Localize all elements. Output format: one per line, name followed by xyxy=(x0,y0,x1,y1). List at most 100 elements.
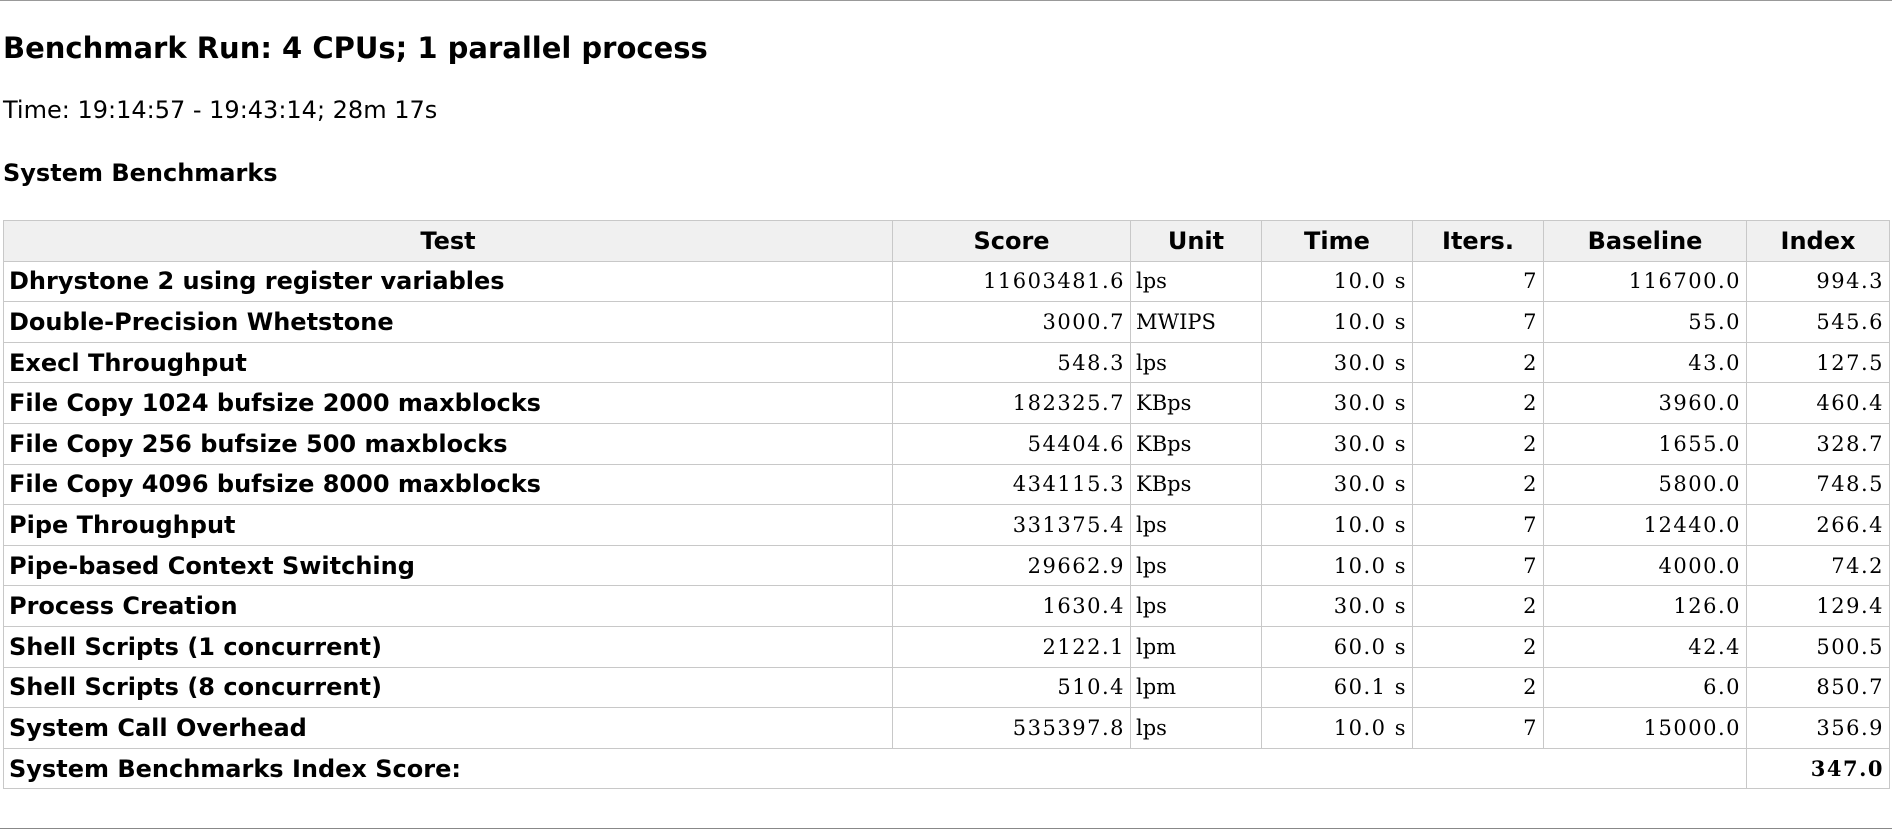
unit-cell: lps xyxy=(1130,585,1262,627)
baseline-cell: 12440.0 xyxy=(1543,504,1747,546)
unit-cell: lpm xyxy=(1130,625,1262,668)
column-header-baseline: Baseline xyxy=(1543,220,1747,262)
test-name: File Copy 1024 bufsize 2000 maxblocks xyxy=(3,382,893,424)
iters-cell: 7 xyxy=(1412,707,1544,749)
baseline-cell: 42.4 xyxy=(1543,625,1747,668)
index-cell: 74.2 xyxy=(1746,544,1890,587)
test-name: Shell Scripts (1 concurrent) xyxy=(3,625,893,668)
score-cell: 548.3 xyxy=(892,341,1131,384)
table-row: File Copy 1024 bufsize 2000 maxblocks 18… xyxy=(3,382,1890,424)
score-cell: 1630.4 xyxy=(892,585,1131,627)
time-cell: 60.0 s xyxy=(1261,625,1413,668)
score-cell: 331375.4 xyxy=(892,504,1131,546)
baseline-cell: 1655.0 xyxy=(1543,422,1747,465)
index-cell: 356.9 xyxy=(1746,707,1890,749)
test-name: Shell Scripts (8 concurrent) xyxy=(3,666,893,709)
time-cell: 10.0 s xyxy=(1261,544,1413,587)
unit-cell: KBps xyxy=(1130,422,1262,465)
test-name: File Copy 4096 bufsize 8000 maxblocks xyxy=(3,463,893,506)
iters-cell: 2 xyxy=(1412,341,1544,384)
score-cell: 434115.3 xyxy=(892,463,1131,506)
baseline-cell: 116700.0 xyxy=(1543,260,1747,303)
iters-cell: 7 xyxy=(1412,504,1544,546)
test-name: Process Creation xyxy=(3,585,893,627)
index-cell: 127.5 xyxy=(1746,341,1890,384)
table-row: Shell Scripts (8 concurrent) 510.4 lpm 6… xyxy=(3,666,1890,709)
table-row: Shell Scripts (1 concurrent) 2122.1 lpm … xyxy=(3,625,1890,668)
column-header-time: Time xyxy=(1261,220,1413,262)
total-row: System Benchmarks Index Score: 347.0 xyxy=(3,747,1890,790)
score-cell: 535397.8 xyxy=(892,707,1131,749)
column-header-iters: Iters. xyxy=(1412,220,1544,262)
benchmark-table: Test Score Unit Time Iters. Baseline Ind… xyxy=(3,220,1890,790)
table-row: Process Creation 1630.4 lps 30.0 s 2 126… xyxy=(3,585,1890,627)
iters-cell: 7 xyxy=(1412,301,1544,343)
baseline-cell: 6.0 xyxy=(1543,666,1747,709)
time-cell: 30.0 s xyxy=(1261,463,1413,506)
index-cell: 266.4 xyxy=(1746,504,1890,546)
index-cell: 460.4 xyxy=(1746,382,1890,424)
unit-cell: lpm xyxy=(1130,666,1262,709)
table-row: File Copy 256 bufsize 500 maxblocks 5440… xyxy=(3,422,1890,465)
score-cell: 54404.6 xyxy=(892,422,1131,465)
test-name: Pipe-based Context Switching xyxy=(3,544,893,587)
baseline-cell: 4000.0 xyxy=(1543,544,1747,587)
iters-cell: 2 xyxy=(1412,422,1544,465)
unit-cell: lps xyxy=(1130,544,1262,587)
unit-cell: lps xyxy=(1130,707,1262,749)
iters-cell: 2 xyxy=(1412,382,1544,424)
test-name: Double-Precision Whetstone xyxy=(3,301,893,343)
unit-cell: KBps xyxy=(1130,463,1262,506)
baseline-cell: 15000.0 xyxy=(1543,707,1747,749)
time-cell: 10.0 s xyxy=(1261,707,1413,749)
column-header-index: Index xyxy=(1746,220,1890,262)
table-header-row: Test Score Unit Time Iters. Baseline Ind… xyxy=(3,220,1890,262)
table-row: System Call Overhead 535397.8 lps 10.0 s… xyxy=(3,707,1890,749)
baseline-cell: 43.0 xyxy=(1543,341,1747,384)
score-cell: 3000.7 xyxy=(892,301,1131,343)
unit-cell: MWIPS xyxy=(1130,301,1262,343)
index-cell: 748.5 xyxy=(1746,463,1890,506)
iters-cell: 7 xyxy=(1412,544,1544,587)
score-cell: 29662.9 xyxy=(892,544,1131,587)
score-cell: 182325.7 xyxy=(892,382,1131,424)
time-cell: 10.0 s xyxy=(1261,260,1413,303)
index-score-value: 347.0 xyxy=(1746,747,1890,790)
test-name: File Copy 256 bufsize 500 maxblocks xyxy=(3,422,893,465)
test-name: Execl Throughput xyxy=(3,341,893,384)
score-cell: 2122.1 xyxy=(892,625,1131,668)
iters-cell: 2 xyxy=(1412,625,1544,668)
index-cell: 500.5 xyxy=(1746,625,1890,668)
unit-cell: lps xyxy=(1130,260,1262,303)
baseline-cell: 5800.0 xyxy=(1543,463,1747,506)
iters-cell: 2 xyxy=(1412,585,1544,627)
unit-cell: KBps xyxy=(1130,382,1262,424)
column-header-test: Test xyxy=(3,220,893,262)
iters-cell: 2 xyxy=(1412,463,1544,506)
time-cell: 30.0 s xyxy=(1261,422,1413,465)
test-name: Dhrystone 2 using register variables xyxy=(3,260,893,303)
table-row: Execl Throughput 548.3 lps 30.0 s 2 43.0… xyxy=(3,341,1890,384)
unit-cell: lps xyxy=(1130,504,1262,546)
index-cell: 129.4 xyxy=(1746,585,1890,627)
iters-cell: 2 xyxy=(1412,666,1544,709)
score-cell: 11603481.6 xyxy=(892,260,1131,303)
test-name: Pipe Throughput xyxy=(3,504,893,546)
time-cell: 10.0 s xyxy=(1261,504,1413,546)
time-cell: 30.0 s xyxy=(1261,341,1413,384)
time-cell: 30.0 s xyxy=(1261,585,1413,627)
top-divider xyxy=(0,0,1892,1)
index-cell: 994.3 xyxy=(1746,260,1890,303)
score-cell: 510.4 xyxy=(892,666,1131,709)
baseline-cell: 55.0 xyxy=(1543,301,1747,343)
run-time: Time: 19:14:57 - 19:43:14; 28m 17s xyxy=(3,96,438,124)
table-row: Dhrystone 2 using register variables 116… xyxy=(3,260,1890,303)
baseline-cell: 3960.0 xyxy=(1543,382,1747,424)
column-header-score: Score xyxy=(892,220,1131,262)
table-row: Double-Precision Whetstone 3000.7 MWIPS … xyxy=(3,301,1890,343)
time-cell: 30.0 s xyxy=(1261,382,1413,424)
iters-cell: 7 xyxy=(1412,260,1544,303)
index-cell: 328.7 xyxy=(1746,422,1890,465)
test-name: System Call Overhead xyxy=(3,707,893,749)
index-score-label: System Benchmarks Index Score: xyxy=(3,747,1747,790)
